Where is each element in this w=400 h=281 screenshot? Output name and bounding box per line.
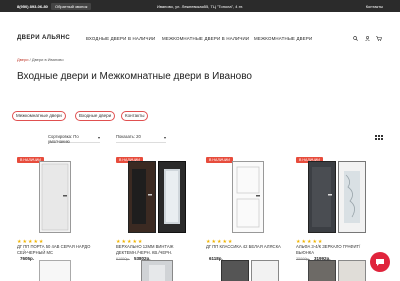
- product-image[interactable]: [39, 260, 71, 281]
- chip-contacts[interactable]: Контакты: [121, 111, 149, 121]
- product-price: 7605р.: [17, 256, 34, 261]
- product-image[interactable]: [308, 260, 366, 281]
- grid-view-icon[interactable]: [375, 135, 383, 140]
- product-image[interactable]: [308, 161, 366, 233]
- sort-select-value: Сортировка: По умолчанию: [48, 134, 79, 144]
- chip-interior-doors[interactable]: Межкомнатные двери: [12, 111, 66, 121]
- nav-item-interior-doors[interactable]: МЕЖКОМНАТНЫЕ ДВЕРИ: [254, 36, 312, 41]
- cart-icon[interactable]: [376, 36, 382, 43]
- product-name[interactable]: ДГ ПП ПОРТА 50 4АВ СЕРАЯ НАРДО СЕЙ-ЧЕРНЫ…: [17, 244, 97, 255]
- breadcrumb-current: Двери в Иваново: [31, 57, 64, 62]
- nav-item-interior-doors-stock[interactable]: МЕЖКОМНАТНЫЕ ДВЕРИ В НАЛИЧИИ: [162, 36, 249, 41]
- user-icon[interactable]: [365, 36, 370, 43]
- product-image[interactable]: [141, 260, 173, 281]
- page-title: Входные двери и Межкомнатные двери в Ива…: [17, 71, 252, 82]
- top-bar: 8(950) 893-06-80 Обратный звонок Иваново…: [0, 0, 400, 12]
- product-image[interactable]: [221, 260, 279, 281]
- product-name[interactable]: ВЕРХАЛЬНО 12ММ ВИНТАЖ ДЕКТЕМН./ЧЕРН. КВ.…: [116, 244, 196, 255]
- store-address: Иваново, ул. Лежневская55, ТЦ "Топола", …: [156, 4, 244, 9]
- chevron-down-icon: ▾: [97, 135, 100, 140]
- chevron-down-icon: ▾: [163, 135, 166, 140]
- breadcrumb: Двери / Двери в Иваново: [17, 57, 64, 62]
- product-image[interactable]: [128, 161, 186, 233]
- product-name[interactable]: АЛЬФА 3-4/К ЗЕРКАЛО ГРАФИТ/ВЬЮНКА: [296, 244, 376, 255]
- product-image[interactable]: [39, 161, 71, 233]
- chat-icon: [376, 259, 384, 266]
- show-count-value: Показать: 20: [116, 134, 141, 139]
- main-nav: ДВЕРИ АЛЬЯНС ВХОДНЫЕ ДВЕРИ В НАЛИЧИИ МЕЖ…: [0, 30, 400, 46]
- show-count-select[interactable]: Показать: 20 ▾: [116, 134, 166, 143]
- product-name[interactable]: ДГ ПП КЛАССИКА 42 БЕЛАЯ АЛЯСКА: [206, 244, 286, 250]
- floating-chat-button[interactable]: [370, 252, 390, 272]
- nav-item-entrance-doors[interactable]: ВХОДНЫЕ ДВЕРИ В НАЛИЧИИ: [86, 36, 155, 41]
- product-image[interactable]: [232, 161, 264, 233]
- sort-select[interactable]: Сортировка: По умолчанию ▾: [48, 134, 100, 144]
- breadcrumb-separator: /: [29, 57, 31, 62]
- chip-entrance-doors[interactable]: Входные двери: [75, 111, 116, 121]
- contacts-link[interactable]: Контакты: [366, 4, 383, 9]
- stock-badge: В НАЛИЧИИ: [206, 157, 233, 163]
- header-icons: [353, 36, 383, 42]
- old-price: 61950р.: [116, 257, 130, 261]
- breadcrumb-home[interactable]: Двери: [17, 57, 28, 62]
- current-price: 7605р.: [20, 256, 35, 261]
- logo[interactable]: ДВЕРИ АЛЬЯНС: [17, 35, 70, 41]
- search-icon[interactable]: [353, 36, 358, 43]
